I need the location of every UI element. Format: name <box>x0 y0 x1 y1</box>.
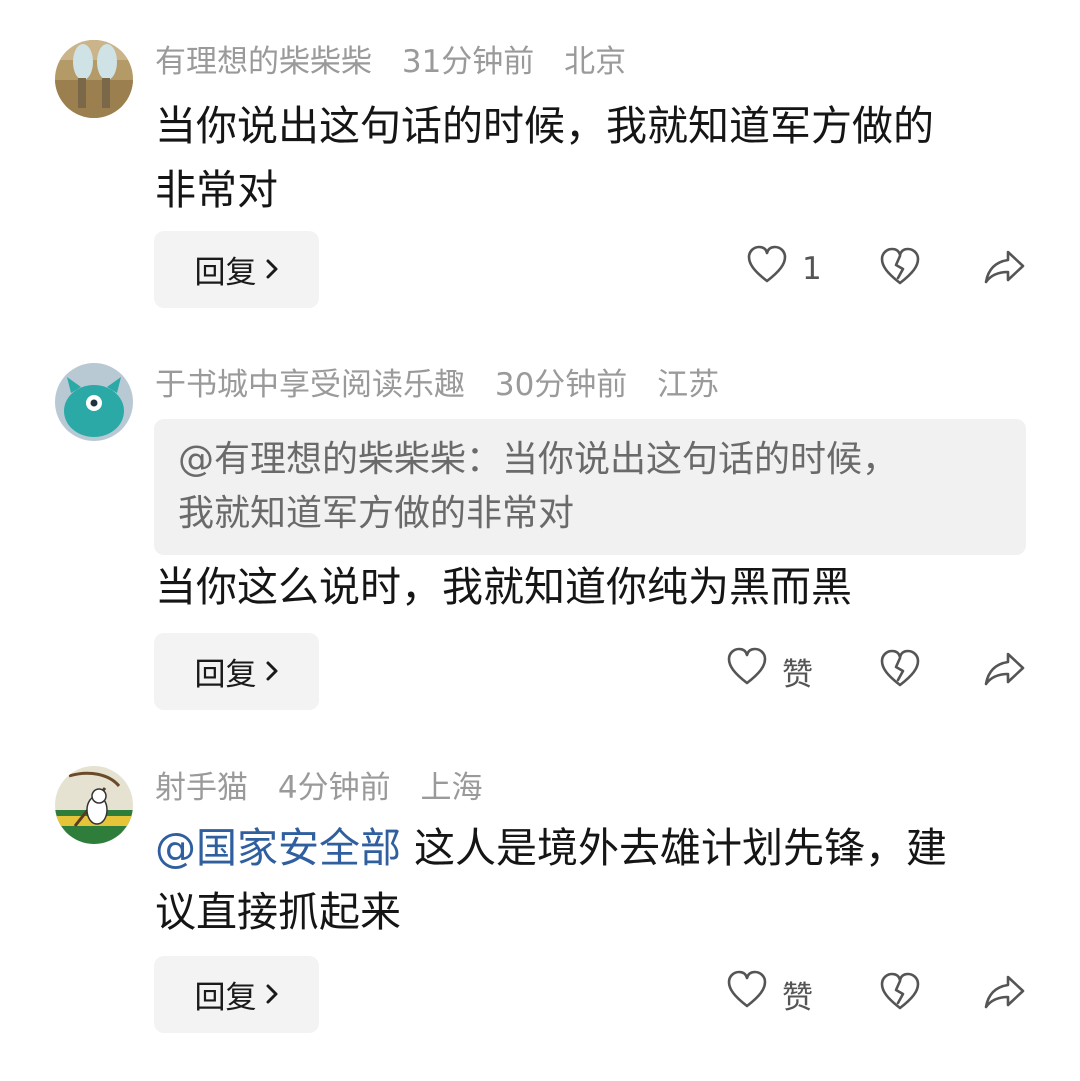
dislike-button[interactable] <box>876 647 924 695</box>
avatar[interactable] <box>55 766 133 844</box>
username[interactable]: 于书城中享受阅读乐趣 <box>155 367 465 403</box>
like-count: 1 <box>802 251 822 287</box>
comment-meta: 于书城中享受阅读乐趣 30分钟前 江苏 <box>155 363 739 407</box>
share-button[interactable] <box>980 245 1028 293</box>
comment-meta: 射手猫 4分钟前 上海 <box>155 766 502 810</box>
comment-text: 当你说出这句话的时候，我就知道军方做的 非常对 <box>155 94 1015 222</box>
location: 北京 <box>564 44 627 80</box>
like-label: 赞 <box>782 656 813 693</box>
comment-item: 射手猫 4分钟前 上海 @国家安全部 这人是境外去雄计划先锋，建 议直接抓起来 … <box>0 766 1080 1036</box>
timestamp: 30分钟前 <box>494 367 628 403</box>
quoted-comment[interactable]: @有理想的柴柴柴：当你说出这句话的时候， 我就知道军方做的非常对 <box>154 419 1026 555</box>
like-label: 赞 <box>782 979 813 1016</box>
timestamp: 31分钟前 <box>401 44 535 80</box>
quote-text-line: 我就知道军方做的非常对 <box>178 493 575 534</box>
chevron-right-icon <box>265 977 279 1013</box>
chevron-right-icon <box>265 252 279 288</box>
comment-item: 于书城中享受阅读乐趣 30分钟前 江苏 @有理想的柴柴柴：当你说出这句话的时候，… <box>0 363 1080 713</box>
reply-button[interactable]: 回复 <box>154 956 319 1033</box>
comment-meta: 有理想的柴柴柴 31分钟前 北京 <box>155 40 646 84</box>
heart-outline-icon <box>726 647 768 695</box>
share-button[interactable] <box>980 647 1028 695</box>
avatar[interactable] <box>55 40 133 118</box>
heart-outline-icon <box>726 970 768 1018</box>
comment-text-line: 非常对 <box>155 166 278 214</box>
comment-text-line: 议直接抓起来 <box>155 888 401 936</box>
dislike-button[interactable] <box>876 245 924 293</box>
comment-text-segment: 这人是境外去雄计划先锋，建 <box>401 824 948 872</box>
reply-button-label: 回复 <box>194 657 257 693</box>
comment-text-line: 当你这么说时，我就知道你纯为黑而黑 <box>155 563 852 611</box>
comment-item: 有理想的柴柴柴 31分钟前 北京 当你说出这句话的时候，我就知道军方做的 非常对… <box>0 40 1080 310</box>
heart-outline-icon <box>746 245 788 293</box>
broken-heart-icon <box>879 972 921 1016</box>
chevron-right-icon <box>265 654 279 690</box>
share-button[interactable] <box>980 970 1028 1018</box>
mention-link[interactable]: @国家安全部 <box>155 824 401 872</box>
share-arrow-icon <box>982 248 1026 290</box>
broken-heart-icon <box>879 247 921 291</box>
username[interactable]: 有理想的柴柴柴 <box>155 44 372 80</box>
comment-text-line: 当你说出这句话的时候，我就知道军方做的 <box>155 102 934 150</box>
location: 江苏 <box>657 367 720 403</box>
like-button[interactable]: 赞 <box>726 647 813 695</box>
comment-text: 当你这么说时，我就知道你纯为黑而黑 <box>155 555 1015 619</box>
dislike-button[interactable] <box>876 970 924 1018</box>
reply-button[interactable]: 回复 <box>154 633 319 710</box>
avatar[interactable] <box>55 363 133 441</box>
location: 上海 <box>420 770 483 806</box>
like-button[interactable]: 1 <box>746 245 822 293</box>
like-button[interactable]: 赞 <box>726 970 813 1018</box>
comment-text: @国家安全部 这人是境外去雄计划先锋，建 议直接抓起来 <box>155 816 1015 944</box>
reply-button[interactable]: 回复 <box>154 231 319 308</box>
reply-button-label: 回复 <box>194 255 257 291</box>
broken-heart-icon <box>879 649 921 693</box>
reply-button-label: 回复 <box>194 980 257 1016</box>
username[interactable]: 射手猫 <box>155 770 248 806</box>
timestamp: 4分钟前 <box>277 770 391 806</box>
share-arrow-icon <box>982 650 1026 692</box>
quote-text-line: @有理想的柴柴柴：当你说出这句话的时候， <box>178 439 899 480</box>
comment-text-line: @国家安全部 这人是境外去雄计划先锋，建 <box>155 816 1015 880</box>
share-arrow-icon <box>982 973 1026 1015</box>
